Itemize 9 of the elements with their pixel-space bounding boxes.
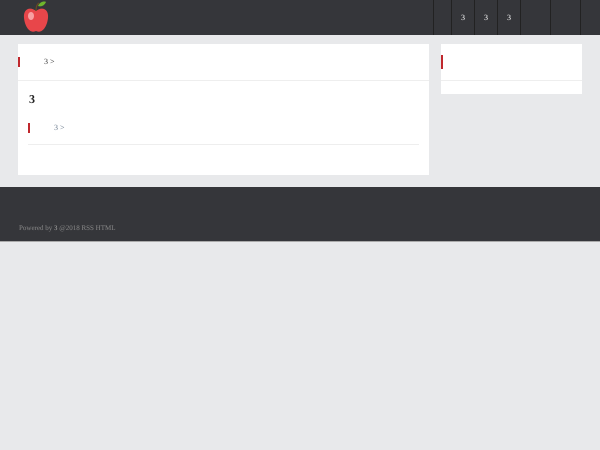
breadcrumb: 3 > [44, 56, 55, 68]
accent-mark [18, 57, 20, 67]
nav-link[interactable]: 3 [497, 0, 520, 35]
nav-link[interactable]: 3 [474, 0, 497, 35]
breadcrumb: 3 > [54, 123, 65, 133]
nav-link[interactable]: 3 [451, 0, 474, 35]
accent-mark [441, 55, 443, 69]
accent-mark [28, 123, 30, 133]
section-heading: 3 [29, 93, 35, 105]
